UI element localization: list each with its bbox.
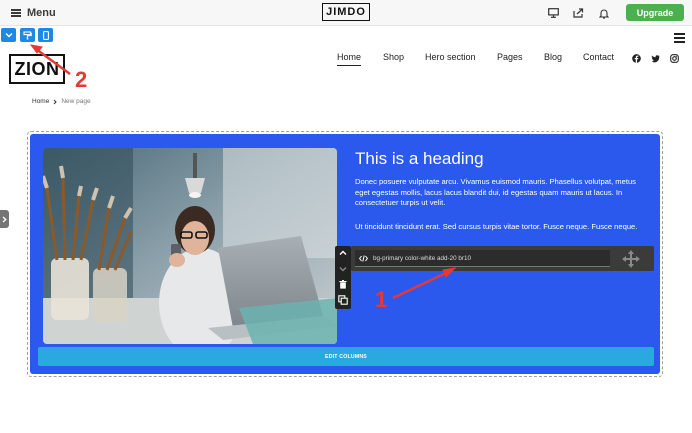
annotation-arrows (29, 44, 457, 300)
jimdo-editor: Menu JIMDO Upgrade ZION Home Shop Hero s… (0, 0, 692, 433)
annotation-2: 2 (75, 67, 88, 92)
annotation-1: 1 (375, 287, 388, 312)
